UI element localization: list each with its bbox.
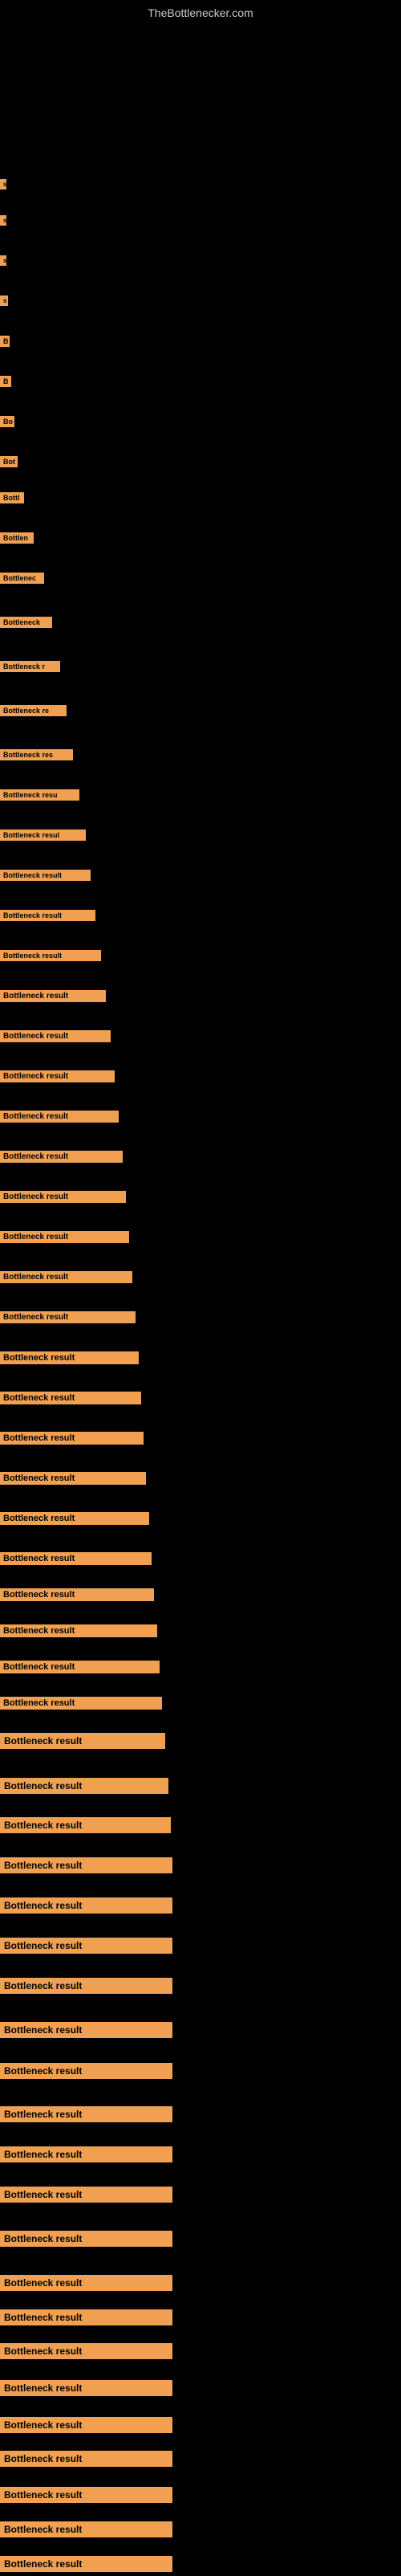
label-Bottleneck-result-17: Bottleneck result [0,1512,149,1525]
label-Bottleneck-result-27: Bottleneck result [0,1897,172,1914]
label-Bottleneck-result-10: Bottleneck result [0,1231,129,1243]
label-Bottleneck-result-41: Bottleneck result [0,2451,172,2467]
label-Bottleneck-result-39: Bottleneck result [0,2380,172,2396]
label-Bottleneck: Bottleneck [0,617,52,628]
label-Bottleneck-result-23: Bottleneck result [0,1733,165,1749]
label-Bottleneck-result-44: Bottleneck result [0,2556,172,2572]
label-s1: s [0,179,6,190]
label-Bot: Bo [0,416,14,427]
chart-area: s s s s B B Bo Bot Bottl Bottlen Bottlen… [0,31,401,2576]
site-title: TheBottlenecker.com [0,0,401,22]
label-Bottleneck-result-15: Bottleneck result [0,1432,144,1445]
label-Bottleneck-result-6: Bottleneck result [0,1070,115,1082]
label-Bottleneck-result-35: Bottleneck result [0,2231,172,2247]
label-Bottleneck-resul: Bottleneck resul [0,829,86,841]
label-Bottleneck-r: Bottleneck r [0,661,60,672]
label-Bottleneck-result-14: Bottleneck result [0,1392,141,1404]
label-Bottleneck-re: Bottleneck re [0,705,67,716]
label-Bottleneck-result-31: Bottleneck result [0,2063,172,2079]
label-B: B [0,336,10,347]
label-Bottleneck-result-37: Bottleneck result [0,2309,172,2325]
label-Bottlen: Bottlen [0,532,34,544]
label-Bottleneck-result-4: Bottleneck result [0,990,106,1002]
label-Bottleneck-result-11: Bottleneck result [0,1271,132,1283]
label-Bottleneck-result-20: Bottleneck result [0,1624,157,1637]
label-Bottleneck-resu: Bottleneck resu [0,789,79,801]
label-Bottleneck-result-9: Bottleneck result [0,1191,126,1203]
label-Bottleneck-result-21: Bottleneck result [0,1661,160,1673]
label-Bottleneck-result-32: Bottleneck result [0,2106,172,2122]
label-Bott: Bot [0,456,18,467]
label-Bottleneck-result-38: Bottleneck result [0,2343,172,2359]
label-Bottleneck-result-43: Bottleneck result [0,2521,172,2537]
label-Bottleneck-result-25: Bottleneck result [0,1817,171,1833]
label-s4: s [0,296,8,306]
label-Bottleneck-result-42: Bottleneck result [0,2487,172,2503]
label-Bottleneck-result-28: Bottleneck result [0,1938,172,1954]
label-Bottleneck-result-36: Bottleneck result [0,2275,172,2291]
label-Bottleneck-result-33: Bottleneck result [0,2146,172,2162]
label-Bottleneck-result-40: Bottleneck result [0,2417,172,2433]
label-Bottleneck-result-5: Bottleneck result [0,1030,111,1042]
label-Bottleneck-result-30: Bottleneck result [0,2022,172,2038]
label-Bottleneck-result-22: Bottleneck result [0,1697,162,1710]
label-Bottleneck-res: Bottleneck res [0,749,73,760]
label-Bottleneck-result-29: Bottleneck result [0,1978,172,1994]
label-Bo: B [0,376,11,387]
label-Bottleneck-result-24: Bottleneck result [0,1778,168,1794]
label-s2: s [0,215,6,226]
label-Bottleneck-result-26: Bottleneck result [0,1857,172,1873]
label-Bottleneck-result-34: Bottleneck result [0,2187,172,2203]
label-Bottlenec: Bottlenec [0,573,44,584]
label-Bottleneck-result-2: Bottleneck result [0,910,95,921]
label-Bottleneck-result-16: Bottleneck result [0,1472,146,1485]
label-Bottleneck-result-13: Bottleneck result [0,1351,139,1364]
label-Bottleneck-result-8: Bottleneck result [0,1151,123,1163]
label-s3: s [0,255,6,266]
label-Bottleneck-result-18: Bottleneck result [0,1552,152,1565]
label-Bottl: Bottl [0,492,24,503]
label-Bottleneck-result-19: Bottleneck result [0,1588,154,1601]
label-Bottleneck-result-7: Bottleneck result [0,1111,119,1123]
label-Bottleneck-result-3: Bottleneck result [0,950,101,961]
label-Bottleneck-result-1: Bottleneck result [0,870,91,881]
label-Bottleneck-result-12: Bottleneck result [0,1311,136,1323]
